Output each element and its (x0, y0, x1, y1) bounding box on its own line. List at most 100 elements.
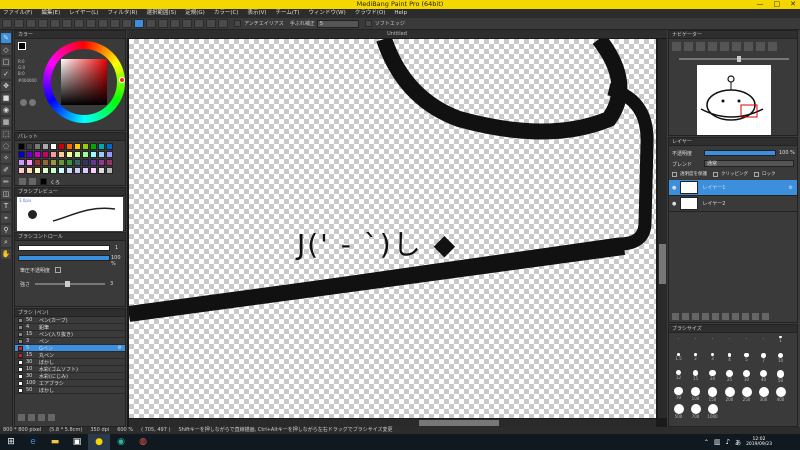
layer-menu-button[interactable] (752, 313, 759, 320)
brush-list-item[interactable]: 5 Gペン ⚙ (15, 345, 125, 352)
palette-swatch[interactable] (58, 159, 65, 166)
palette-swatch[interactable] (34, 143, 41, 150)
palette-swatch[interactable] (74, 151, 81, 158)
eyedropper-small-button[interactable] (20, 99, 27, 106)
palette-swatch[interactable] (42, 151, 49, 158)
palette-swatch[interactable] (74, 143, 81, 150)
fill-rect-tool[interactable]: ■ (1, 93, 11, 103)
canvas-horizontal-scrollbar[interactable] (129, 419, 656, 427)
palette-swatch[interactable] (26, 159, 33, 166)
brush-size-option[interactable]: 25 (722, 370, 737, 385)
brush-size-option[interactable]: 150 (705, 387, 720, 402)
palette-swatch[interactable] (50, 151, 57, 158)
brush-list-item[interactable]: 3 ペン (15, 338, 125, 345)
move-tool[interactable]: ✥ (1, 81, 11, 91)
brush-size-option[interactable]: - (722, 336, 737, 351)
canvas-vertical-thumb[interactable] (659, 244, 666, 284)
palette-swatch[interactable] (58, 167, 65, 174)
text-tool[interactable]: T (1, 201, 11, 211)
brush-size-option[interactable]: - (671, 336, 686, 351)
brush-add-button[interactable] (18, 414, 25, 421)
network-icon[interactable]: ▥ (714, 438, 721, 446)
brush-copy-button[interactable] (28, 414, 35, 421)
brush-size-option[interactable]: 12 (671, 370, 686, 385)
palette-swatch[interactable] (90, 151, 97, 158)
menu-view[interactable]: 表示(V) (247, 9, 266, 18)
palette-swatch[interactable] (98, 159, 105, 166)
snap-off-button[interactable] (134, 19, 144, 28)
zoom-tool[interactable]: ⌕ (1, 237, 11, 247)
brush-list-item[interactable]: 30 水彩(にじみ) (15, 373, 125, 380)
ie-taskbar-button[interactable]: e (22, 434, 44, 450)
menu-color[interactable]: カラー(C) (214, 9, 239, 18)
menu-window[interactable]: ウィンドウ(W) (309, 9, 346, 18)
menu-team[interactable]: チーム(T) (276, 9, 300, 18)
palette-swatch[interactable] (50, 167, 57, 174)
brush-size-option[interactable]: 2 (688, 353, 703, 368)
palette-swatch[interactable] (66, 151, 73, 158)
palette-add-button[interactable] (19, 178, 26, 185)
brush-size-option[interactable]: - (756, 336, 771, 351)
navigator-thumbnail[interactable] (697, 65, 771, 135)
opacity-slider[interactable] (18, 255, 110, 261)
brush-size-option[interactable]: 400 (773, 387, 788, 402)
palette-swatch[interactable] (82, 143, 89, 150)
snap-radial-button[interactable] (170, 19, 180, 28)
delete-layer-button[interactable] (762, 313, 769, 320)
palette-swatch[interactable] (66, 159, 73, 166)
brush-size-option[interactable]: 1000 (705, 404, 720, 419)
brush-size-option[interactable]: 40 (756, 370, 771, 385)
palette-swatch[interactable] (58, 151, 65, 158)
layer-up-button[interactable] (722, 313, 729, 320)
fill-tool[interactable]: ◉ (1, 105, 11, 115)
palette-swatch[interactable] (58, 143, 65, 150)
brush-size-option[interactable]: 5 (739, 353, 754, 368)
softedge-checkbox[interactable] (364, 20, 372, 27)
palette-swatch[interactable] (26, 143, 33, 150)
strength-slider[interactable] (35, 281, 105, 287)
palette-swatch[interactable] (18, 143, 25, 150)
blend-select[interactable]: 通常 (704, 160, 794, 167)
brush-size-option[interactable]: 7 (756, 353, 771, 368)
snap-curve-button[interactable] (194, 19, 204, 28)
undo-button[interactable] (110, 19, 120, 28)
brush-size-option[interactable]: - (739, 336, 754, 351)
explorer-taskbar-button[interactable]: ▬ (44, 434, 66, 450)
color-wheel[interactable] (43, 41, 125, 123)
brush-size-option[interactable]: 700 (688, 404, 703, 419)
palette-swatch[interactable] (82, 159, 89, 166)
redo-button[interactable] (122, 19, 132, 28)
folder-layer-button[interactable] (712, 313, 719, 320)
palette-swatch[interactable] (34, 167, 41, 174)
bubble-tool-4-button[interactable] (74, 19, 84, 28)
select-pen-tool[interactable]: ✐ (1, 165, 11, 175)
brush-size-option[interactable]: 300 (756, 387, 771, 402)
brush-size-option[interactable]: - (705, 336, 720, 351)
nav-settings-button[interactable] (768, 42, 777, 51)
palette-swatch[interactable] (82, 167, 89, 174)
start-button[interactable]: ⊞ (0, 434, 22, 450)
chrome-taskbar-button[interactable]: ◍ (132, 434, 154, 450)
snap-circle-button[interactable] (182, 19, 192, 28)
layer-row[interactable]: ● レイヤー1 ⚙ (669, 180, 797, 196)
check-tool[interactable]: ✓ (1, 69, 11, 79)
medibang-taskbar-button[interactable]: ● (88, 434, 110, 450)
nav-zoom-in-button[interactable] (672, 42, 681, 51)
navigator-zoom-slider[interactable] (679, 56, 789, 62)
menu-file[interactable]: ファイル(F) (3, 9, 32, 18)
size-slider[interactable] (18, 245, 110, 251)
minimize-button[interactable]: — (757, 0, 764, 9)
store-taskbar-button[interactable]: ▣ (66, 434, 88, 450)
brush-list-item[interactable]: 100 エアブラシ (15, 380, 125, 387)
palette-swatch[interactable] (74, 167, 81, 174)
brush-size-option[interactable]: 3 (705, 353, 720, 368)
navigator-zoom-handle[interactable] (737, 56, 741, 62)
merge-layer-button[interactable] (742, 313, 749, 320)
brush-size-option[interactable]: 10 (773, 353, 788, 368)
palette-swatch[interactable] (50, 159, 57, 166)
brush-size-option[interactable]: 1 (773, 336, 788, 351)
brush-delete-button[interactable] (48, 414, 55, 421)
protect-alpha-checkbox[interactable] (672, 171, 677, 177)
palette-swatch[interactable] (82, 151, 89, 158)
palette-swatch[interactable] (42, 167, 49, 174)
